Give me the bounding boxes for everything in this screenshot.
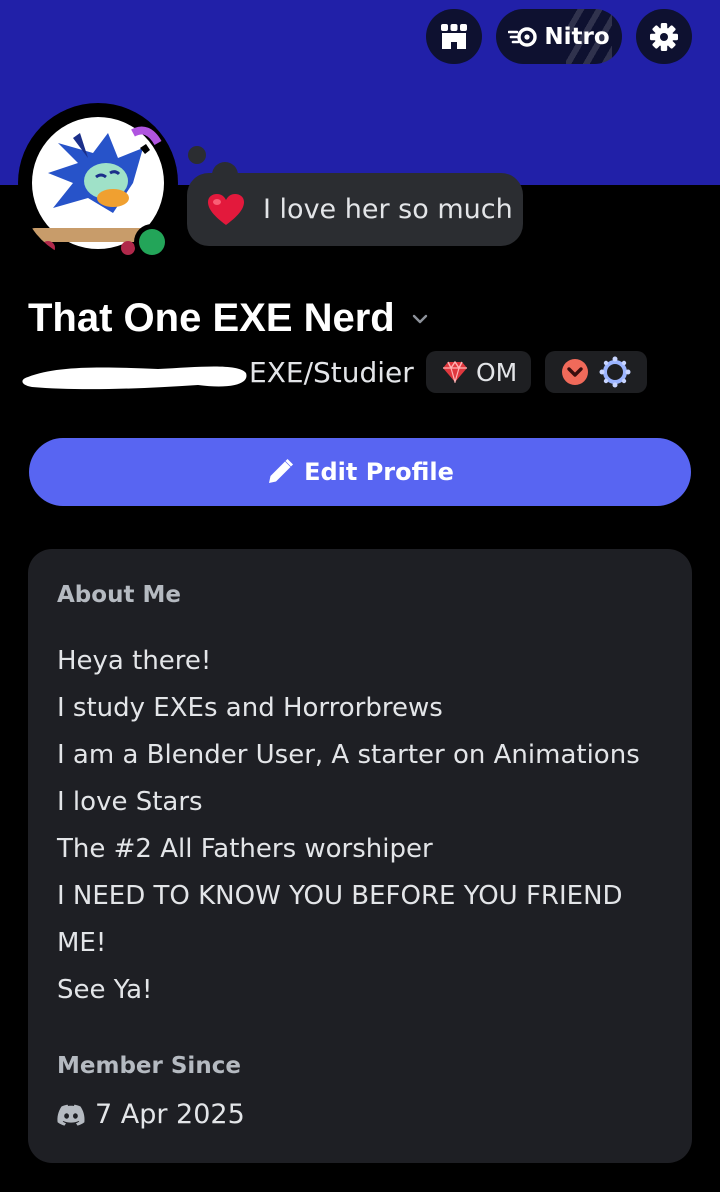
about-line: I am a Blender User, A starter on Animat… xyxy=(57,740,640,770)
pencil-icon xyxy=(269,458,294,483)
display-name-text: That One EXE Nerd xyxy=(28,296,395,340)
shop-icon xyxy=(441,23,467,49)
clan-tag-text: OM xyxy=(476,357,518,387)
heart-emoji-icon xyxy=(208,193,244,225)
about-me-text: Heya there! I study EXEs and Horrorbrews… xyxy=(57,638,677,1014)
custom-status-bubble[interactable]: I love her so much xyxy=(187,173,523,246)
shop-button[interactable] xyxy=(426,9,482,64)
profile-info-card: About Me Heya there! I study EXEs and Ho… xyxy=(28,549,692,1163)
display-name[interactable]: That One EXE Nerd xyxy=(28,296,431,341)
chevron-down-icon[interactable] xyxy=(409,308,431,330)
about-line: Heya there! xyxy=(57,646,212,676)
edit-profile-label: Edit Profile xyxy=(304,458,454,486)
about-line: I love Stars xyxy=(57,787,203,817)
about-line: See Ya! xyxy=(57,975,153,1005)
online-status-indicator xyxy=(134,224,170,260)
about-me-heading: About Me xyxy=(57,582,181,608)
about-line: I NEED TO KNOW YOU BEFORE YOU FRIEND xyxy=(57,881,623,911)
about-line: I study EXEs and Horrorbrews xyxy=(57,693,443,723)
about-line: The #2 All Fathers worshiper xyxy=(57,834,433,864)
quest-badge-icon[interactable] xyxy=(599,356,631,388)
member-since-row: 7 Apr 2025 xyxy=(57,1099,245,1130)
settings-button[interactable] xyxy=(636,9,692,64)
member-since-date: 7 Apr 2025 xyxy=(95,1099,245,1130)
member-since-heading: Member Since xyxy=(57,1053,241,1079)
nitro-icon xyxy=(508,26,538,47)
pronouns: EXE/Studier xyxy=(249,356,414,389)
custom-status-text: I love her so much xyxy=(263,194,513,225)
badge-list[interactable] xyxy=(545,351,647,393)
nitro-label: Nitro xyxy=(544,23,610,50)
boost-badge-icon[interactable] xyxy=(561,358,589,386)
gear-icon xyxy=(650,22,678,51)
about-line: ME! xyxy=(57,928,107,958)
redaction-scribble xyxy=(22,366,247,390)
thought-bubble-dot-small xyxy=(188,146,206,164)
edit-profile-button[interactable]: Edit Profile xyxy=(29,438,691,506)
nitro-button[interactable]: Nitro xyxy=(496,9,622,64)
clan-tag[interactable]: OM xyxy=(426,351,531,393)
gem-icon xyxy=(443,361,467,383)
discord-logo-icon xyxy=(57,1104,85,1126)
